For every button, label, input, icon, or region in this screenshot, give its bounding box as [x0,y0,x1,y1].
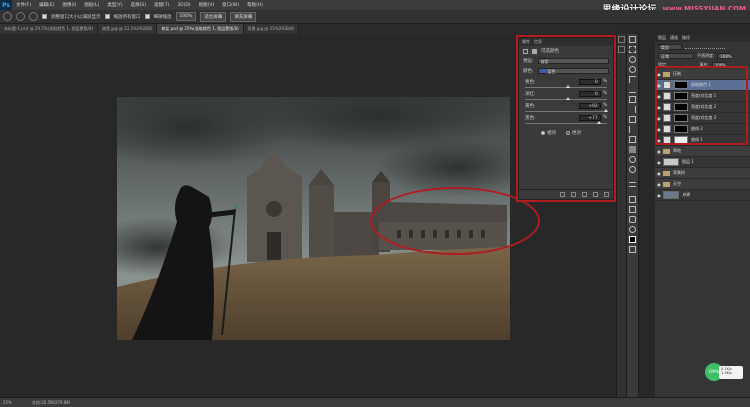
blur-tool-icon[interactable] [629,156,636,163]
marquee-tool-icon[interactable] [629,46,636,53]
collapsed-panels [616,34,626,397]
layer-name: 背景树 [673,170,685,175]
layer-kind-select[interactable]: 类型 [658,43,682,50]
stamp-tool-icon[interactable] [629,116,636,123]
tab-channels[interactable]: 通道 [670,35,678,41]
zoom-all-label: 缩放所有窗口 [113,14,141,20]
layers-tabs: 图层 通道 路径 [655,34,750,42]
type-tool-icon[interactable] [629,186,636,193]
layer-thumb [663,191,679,199]
menu-window[interactable]: 窗口(W) [222,2,239,8]
status-doc-size: 文档:26.5M/279.8M [31,399,70,405]
scrubby-zoom-label: 细微缩放 [153,14,172,20]
eyedropper-tool-icon[interactable] [629,86,636,93]
opacity-input[interactable]: 100% [717,52,732,59]
menu-view[interactable]: 视图(V) [199,2,215,8]
photoshop-logo: Ps [0,0,12,10]
layer-name: 天空 [673,181,681,186]
status-bar: 25% 文档:26.5M/279.8M [0,397,750,407]
tab-document-active[interactable]: 修女.psd @ 25%(选取颜色 1, 图层蒙版/8) [157,24,244,34]
zoom-all-checkbox[interactable] [104,14,110,19]
quick-select-tool-icon[interactable] [629,66,636,73]
eye-icon[interactable]: ● [655,182,663,187]
menu-filter[interactable]: 滤镜(T) [154,2,169,8]
layer-row[interactable]: ● 图层 1 [655,157,750,168]
color-swatch-icon[interactable] [629,236,636,243]
blend-mode-select[interactable]: 正常 [658,52,694,59]
shape-tool-icon[interactable] [629,206,636,213]
fill-screen-button[interactable]: 填充屏幕 [230,11,257,22]
history-brush-tool-icon[interactable] [629,126,636,133]
hand-tool-icon[interactable] [629,216,636,223]
zoom-tool-icon [3,12,12,21]
resize-windows-label: 调整窗口大小以满屏显示 [51,14,101,20]
layer-row[interactable]: ● 背景 [655,190,750,201]
scrubby-zoom-checkbox[interactable] [144,14,150,19]
layer-group[interactable]: ● 草地 [655,146,750,157]
resize-windows-checkbox[interactable] [42,14,47,19]
layer-name: 图层 1 [682,159,694,164]
layer-thumb [663,158,679,166]
move-tool-icon[interactable] [629,36,636,43]
menu-help[interactable]: 帮助(H) [247,2,263,8]
tab-document[interactable]: 未标题-1.psd @ 29.5%(选取颜色 1, 图层蒙版/8) [0,24,99,34]
folder-icon [663,148,670,154]
layer-name: 背景 [682,192,690,197]
zoom-in-icon[interactable] [16,12,25,21]
annotation-rect-layers [655,66,748,145]
menu-image[interactable]: 图像(I) [62,2,76,8]
speed-box: 0.1K/s 1.3K/s [719,366,743,379]
eye-icon[interactable]: ● [655,160,663,165]
eye-icon[interactable]: ● [655,149,663,154]
path-select-tool-icon[interactable] [629,196,636,203]
folder-icon [663,170,670,176]
layer-group[interactable]: ● 天空 [655,179,750,190]
blend-row: 正常 不透明度: 100% [655,51,750,60]
eye-icon[interactable]: ● [655,171,663,176]
menu-type[interactable]: 类型(Y) [107,2,122,8]
tab-document[interactable]: 背景.jpg @ 25%(RGB/8) [243,24,300,34]
gradient-tool-icon[interactable] [629,146,636,153]
layer-group[interactable]: ● 背景树 [655,168,750,179]
zoom-tool-icon[interactable] [629,226,636,233]
annotation-ellipse [370,187,540,255]
tools-panel [626,34,639,397]
zoom-out-icon[interactable] [29,12,38,21]
tab-layers[interactable]: 图层 [658,35,666,41]
speed-percent: 69% [708,369,719,375]
brush-tool-icon[interactable] [629,106,636,113]
crop-tool-icon[interactable] [629,76,636,83]
tab-document[interactable]: 城堡.jpg @ 33.3%(RGB/8) [98,24,158,34]
healing-tool-icon[interactable] [629,96,636,103]
menu-file[interactable]: 文件(F) [16,2,31,8]
network-speed-widget: 69% 0.1K/s 1.3K/s [705,363,745,385]
opacity-label: 不透明度: [697,52,715,58]
options-bar: 调整窗口大小以满屏显示 缩放所有窗口 细微缩放 100% 适合屏幕 填充屏幕 [0,10,750,24]
menu-edit[interactable]: 编辑(E) [39,2,54,8]
zoom-100-button[interactable]: 100% [175,12,197,21]
eraser-tool-icon[interactable] [629,136,636,143]
fit-screen-button[interactable]: 适合屏幕 [200,11,227,22]
pen-tool-icon[interactable] [629,176,636,183]
menu-layer[interactable]: 图层(L) [84,2,99,8]
quick-mask-icon[interactable] [629,246,636,253]
status-zoom[interactable]: 25% [3,400,12,405]
annotation-rect-properties [516,35,616,202]
dodge-tool-icon[interactable] [629,166,636,173]
eye-icon[interactable]: ● [655,193,663,198]
layer-name: 草地 [673,148,681,153]
tab-paths[interactable]: 路径 [682,35,690,41]
menu-select[interactable]: 选择(S) [131,2,146,8]
history-icon[interactable] [618,36,625,43]
download-speed: 1.3K/s [721,371,732,375]
lasso-tool-icon[interactable] [629,56,636,63]
filter-icons[interactable] [685,44,725,49]
document-tabs: 未标题-1.psd @ 29.5%(选取颜色 1, 图层蒙版/8) 城堡.jpg… [0,24,616,34]
properties-icon[interactable] [618,46,625,53]
menu-3d[interactable]: 3D(D) [177,3,190,8]
folder-icon [663,181,670,187]
layers-filter-row: 类型 [655,42,750,51]
